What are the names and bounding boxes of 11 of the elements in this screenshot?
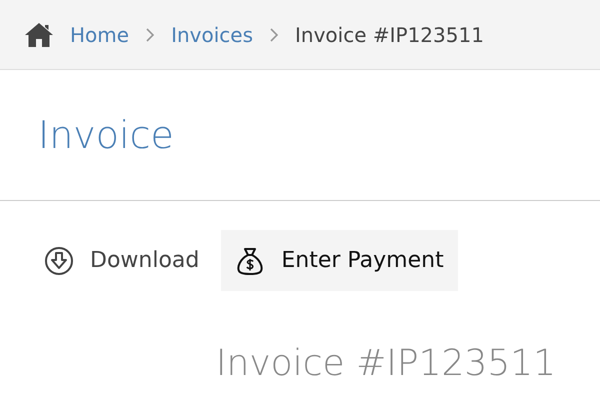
chevron-icon [145, 28, 156, 42]
breadcrumb-link[interactable]: Home [70, 20, 130, 50]
chevron-icon [269, 28, 279, 42]
money-bag-icon [235, 246, 266, 276]
breadcrumb-current: Invoice #IP123511 [295, 22, 484, 48]
page-title: Invoice [38, 112, 174, 158]
breadcrumb-link[interactable]: Invoices [171, 20, 253, 50]
invoice-heading: Invoice #IP123511 [216, 342, 556, 386]
enter-payment-button[interactable]: Enter Payment [221, 230, 458, 291]
download-icon [44, 246, 74, 276]
home-icon[interactable] [24, 22, 54, 48]
